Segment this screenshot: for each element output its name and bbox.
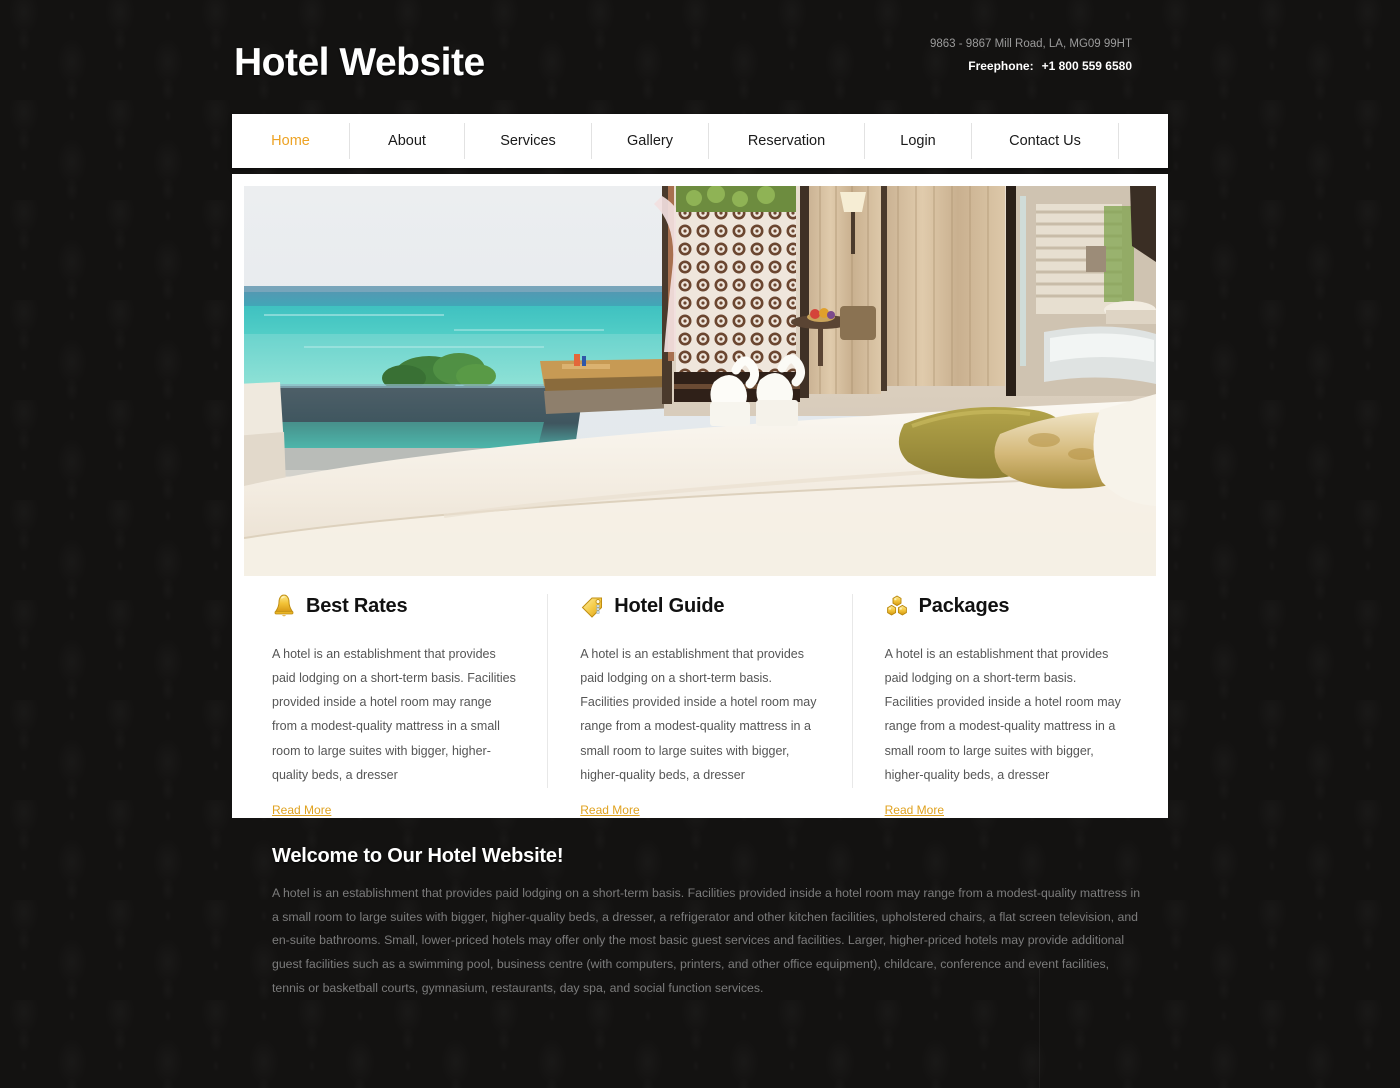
- content-panel: Best Rates A hotel is an establishment t…: [232, 174, 1168, 818]
- feature-title: Best Rates: [306, 594, 408, 617]
- feature-columns: Best Rates A hotel is an establishment t…: [244, 588, 1156, 817]
- feature-description: A hotel is an establishment that provide…: [580, 647, 817, 782]
- hero-illustration: [244, 186, 1156, 576]
- bell-icon: [272, 593, 296, 619]
- tag-icon: [580, 593, 604, 619]
- feature-title: Hotel Guide: [614, 594, 725, 617]
- site-header: Hotel Website 9863 - 9867 Mill Road, LA,…: [0, 0, 1400, 113]
- honeycomb-icon: [885, 593, 909, 619]
- welcome-paragraph: A hotel is an establishment that provide…: [272, 886, 1141, 995]
- hero-image: [244, 186, 1156, 576]
- nav-item-contact-us[interactable]: Contact Us: [972, 114, 1118, 168]
- feature-header: Packages: [885, 588, 1128, 624]
- feature-header: Hotel Guide: [580, 588, 823, 624]
- main-navigation: Home About Services Gallery Reservation …: [232, 114, 1168, 168]
- header-address: 9863 - 9867 Mill Road, LA, MG09 99HT: [930, 38, 1132, 50]
- site-logo: Hotel Website: [234, 41, 485, 84]
- feature-card-best-rates: Best Rates A hotel is an establishment t…: [244, 588, 547, 817]
- welcome-section: Welcome to Our Hotel Website! A hotel is…: [232, 818, 1168, 1088]
- nav-item-reservation[interactable]: Reservation: [709, 114, 864, 168]
- feature-card-packages: Packages A hotel is an establishment tha…: [853, 588, 1156, 817]
- feature-header: Best Rates: [272, 588, 519, 624]
- welcome-heading: Welcome to Our Hotel Website!: [272, 845, 564, 867]
- section-divider: [1039, 968, 1040, 1088]
- nav-item-services[interactable]: Services: [465, 114, 591, 168]
- nav-item-home[interactable]: Home: [232, 114, 349, 168]
- feature-title: Packages: [918, 594, 1010, 617]
- feature-description: A hotel is an establishment that provide…: [272, 647, 516, 782]
- page-root: Hotel Website 9863 - 9867 Mill Road, LA,…: [0, 0, 1400, 1088]
- header-contact-info: 9863 - 9867 Mill Road, LA, MG09 99HT Fre…: [930, 36, 1132, 73]
- read-more-link-best-rates[interactable]: Read More: [272, 803, 331, 817]
- feature-card-hotel-guide: Hotel Guide A hotel is an establishment …: [548, 588, 851, 817]
- nav-item-about[interactable]: About: [350, 114, 464, 168]
- phone-number: +1 800 559 6580: [1041, 59, 1132, 74]
- header-phone: Freephone: +1 800 559 6580: [930, 59, 1132, 73]
- phone-label: Freephone:: [968, 59, 1034, 74]
- read-more-link-packages[interactable]: Read More: [885, 803, 944, 817]
- read-more-link-hotel-guide[interactable]: Read More: [580, 803, 639, 817]
- nav-divider: [1118, 123, 1119, 159]
- nav-item-gallery[interactable]: Gallery: [592, 114, 708, 168]
- feature-description: A hotel is an establishment that provide…: [884, 647, 1121, 782]
- nav-item-login[interactable]: Login: [865, 114, 971, 168]
